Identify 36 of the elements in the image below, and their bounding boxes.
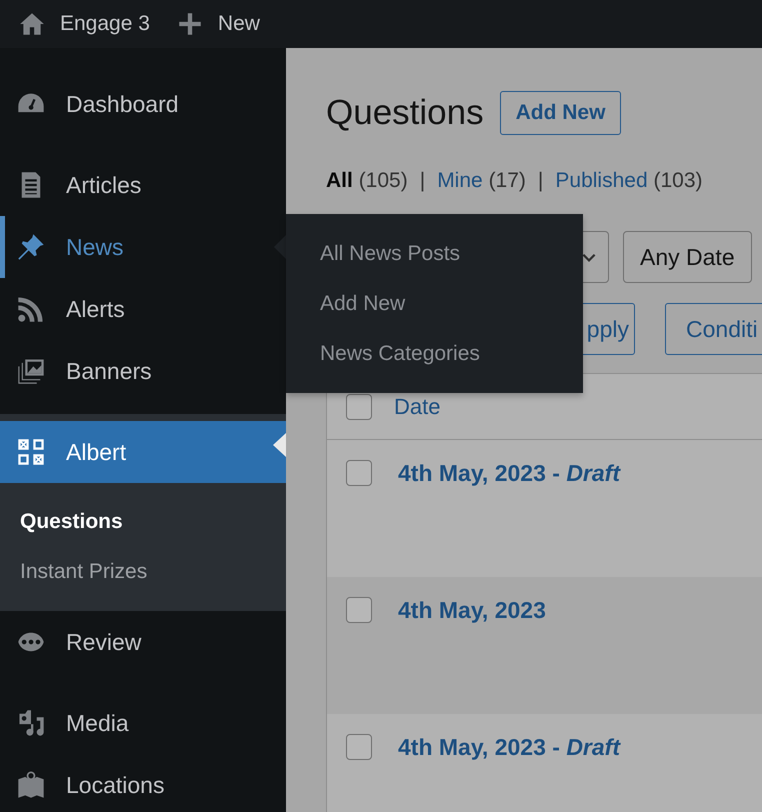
post-title-link[interactable]: 4th May, 2023 - Draft xyxy=(398,734,620,761)
site-name-link[interactable]: Engage 3 xyxy=(14,10,154,38)
grid-icon xyxy=(16,437,46,467)
pin-icon xyxy=(16,232,46,262)
map-icon xyxy=(16,770,46,800)
sidebar-item[interactable]: Articles xyxy=(0,154,286,216)
sidebar-item[interactable]: Media xyxy=(0,692,286,754)
flyout-menu-item[interactable]: News Categories xyxy=(286,328,514,378)
row-checkbox[interactable] xyxy=(346,734,372,760)
current-pointer xyxy=(273,433,286,457)
row-checkbox[interactable] xyxy=(346,597,372,623)
add-new-button[interactable]: Add New xyxy=(500,91,622,135)
view-separator: | xyxy=(420,169,426,193)
sidebar-item[interactable]: Albert xyxy=(0,421,286,483)
view-separator: | xyxy=(538,169,544,193)
sidebar-item[interactable]: Banners xyxy=(0,340,286,402)
sidebar-item[interactable]: Dashboard xyxy=(0,73,286,135)
post-title-link[interactable]: 4th May, 2023 xyxy=(398,597,546,624)
submenu-item[interactable]: Questions xyxy=(0,497,143,547)
post-title-link[interactable]: 4th May, 2023 - Draft xyxy=(398,460,620,487)
select-all-checkbox[interactable] xyxy=(346,394,372,420)
page-title: Questions xyxy=(326,93,484,133)
flyout-menu-item[interactable]: All News Posts xyxy=(286,228,494,278)
new-content-link[interactable]: New xyxy=(172,10,264,38)
row-checkbox[interactable] xyxy=(346,460,372,486)
dropdown[interactable]: Any Date xyxy=(623,231,752,283)
view-filter-link[interactable]: Published (103) xyxy=(555,169,702,193)
sidebar-item[interactable]: Review xyxy=(0,611,286,673)
column-header-link[interactable]: Date xyxy=(394,394,440,420)
view-filter-link[interactable]: All (105) xyxy=(326,169,408,193)
conditions-button[interactable]: Conditi xyxy=(665,303,762,355)
submenu-item[interactable]: Instant Prizes xyxy=(0,547,168,597)
sidebar-item[interactable]: Alerts xyxy=(0,278,286,340)
sidebar-item[interactable]: Locations xyxy=(0,754,286,812)
view-filter-link[interactable]: Mine (17) xyxy=(437,169,526,193)
flyout-menu-item[interactable]: Add New xyxy=(286,278,440,328)
